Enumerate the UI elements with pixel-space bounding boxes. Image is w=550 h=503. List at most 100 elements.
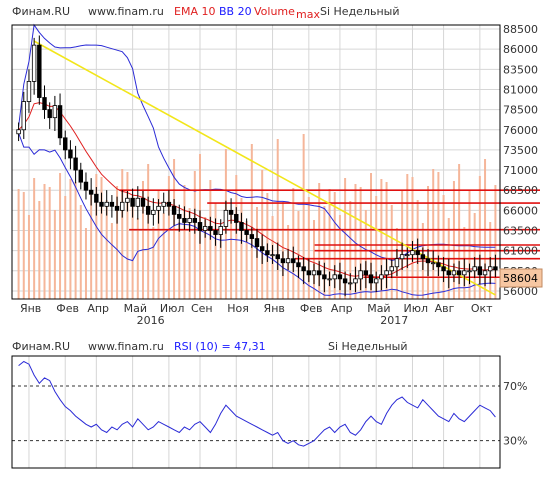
volume-bar bbox=[74, 182, 77, 299]
candle-body bbox=[373, 278, 379, 284]
candle-body bbox=[337, 274, 343, 280]
candle-body bbox=[384, 270, 389, 276]
volume-bar bbox=[22, 192, 25, 299]
candle-body bbox=[311, 270, 317, 276]
candle-body bbox=[446, 270, 451, 276]
candle-body bbox=[99, 201, 104, 207]
candle-body bbox=[42, 97, 47, 111]
candle-body bbox=[327, 278, 332, 281]
volume-bar bbox=[27, 215, 30, 299]
rsi-source-label: Финам.RU bbox=[12, 340, 70, 353]
ticker-label: Si Недельный bbox=[320, 5, 400, 18]
candle-body bbox=[223, 209, 229, 227]
candle-body bbox=[363, 270, 369, 276]
volume-bar bbox=[121, 169, 124, 299]
price-y-tick: 71000 bbox=[503, 164, 538, 177]
volume-bar bbox=[147, 164, 150, 299]
volume-bar bbox=[390, 205, 393, 299]
price-x-tick: Янв bbox=[264, 302, 285, 315]
price-y-tick: 66000 bbox=[503, 204, 538, 217]
candle-body bbox=[467, 270, 472, 273]
candle-body bbox=[88, 189, 94, 195]
price-x-tick: Апр bbox=[87, 302, 109, 315]
volume-bar bbox=[276, 139, 279, 299]
candle-body bbox=[462, 270, 467, 276]
price-x-tick: Авг bbox=[435, 302, 455, 315]
volume-bar bbox=[183, 185, 186, 299]
candle-body bbox=[151, 209, 156, 215]
rsi-panel-frame bbox=[11, 355, 501, 469]
url-label: www.finam.ru bbox=[88, 5, 164, 18]
candle-body bbox=[285, 258, 291, 264]
trendline-path bbox=[33, 40, 496, 296]
volume-bar bbox=[162, 213, 165, 299]
volume-bar bbox=[230, 212, 233, 299]
candle-body bbox=[275, 254, 280, 260]
rsi-ref-label: 70% bbox=[503, 380, 527, 393]
candle-body bbox=[239, 222, 244, 231]
candle-body bbox=[415, 250, 420, 256]
rsi-url-label: www.finam.ru bbox=[88, 340, 164, 353]
volume-bar bbox=[17, 189, 20, 299]
candle-body bbox=[208, 226, 213, 231]
max-legend: max bbox=[296, 8, 320, 21]
volume-bar bbox=[110, 223, 113, 299]
candle-body bbox=[73, 157, 78, 171]
volume-bar bbox=[411, 177, 414, 299]
candle-body bbox=[202, 226, 208, 231]
candle-body bbox=[420, 254, 426, 260]
candle-body bbox=[21, 101, 26, 131]
volume-bar bbox=[84, 228, 87, 299]
candle-body bbox=[218, 226, 223, 235]
candle-body bbox=[254, 238, 260, 248]
candle-body bbox=[472, 266, 477, 272]
candle-body bbox=[301, 266, 306, 272]
price-x-axis: Янв Фев Апр Май Июл Сен Ноя Янв Фев Апр Май Июл Авг О… bbox=[20, 302, 493, 327]
candle-body bbox=[104, 201, 109, 207]
trendline bbox=[33, 40, 496, 296]
candle-body bbox=[177, 213, 182, 219]
volume-bar bbox=[494, 185, 497, 299]
price-x-tick: Апр bbox=[331, 302, 353, 315]
candle-body bbox=[16, 129, 21, 135]
candle-body bbox=[31, 44, 37, 82]
candle-body bbox=[332, 274, 337, 280]
candle-body bbox=[125, 197, 130, 203]
volume-bar bbox=[473, 213, 476, 299]
price-x-tick: Янв bbox=[20, 302, 41, 315]
source-label: Финам.RU bbox=[12, 5, 70, 18]
candle-body bbox=[47, 109, 52, 119]
volume-bar bbox=[90, 191, 93, 299]
price-y-tick: 61000 bbox=[503, 245, 538, 258]
volume-bar bbox=[281, 202, 284, 299]
last-price-value: 58604 bbox=[503, 272, 538, 285]
candle-body bbox=[368, 274, 374, 284]
candle-body bbox=[405, 254, 410, 257]
candle-body bbox=[187, 218, 192, 223]
candle-body bbox=[68, 149, 73, 159]
candle-body bbox=[197, 222, 203, 231]
candle-body bbox=[63, 137, 68, 151]
candle-body bbox=[342, 278, 348, 284]
candle-body bbox=[228, 209, 234, 215]
candle-body bbox=[482, 270, 488, 276]
chart-root: Финам.RU www.finam.ru EMA 10 BB 20 Volum… bbox=[0, 0, 550, 499]
candle-body bbox=[192, 218, 198, 223]
price-y-tick: 78500 bbox=[503, 104, 538, 117]
candle-body bbox=[57, 105, 63, 139]
volume-bar bbox=[250, 144, 253, 299]
rsi-line bbox=[18, 360, 496, 447]
candle-body bbox=[171, 205, 177, 215]
price-x-year: 2016 bbox=[137, 314, 165, 327]
price-y-tick: 81000 bbox=[503, 83, 538, 96]
rsi-path bbox=[18, 360, 496, 447]
rsi-ref-label: 30% bbox=[503, 435, 527, 448]
price-y-tick: 68500 bbox=[503, 184, 538, 197]
candle-body bbox=[436, 262, 441, 268]
bb-legend: BB 20 bbox=[219, 5, 252, 18]
volume-bar bbox=[406, 174, 409, 299]
candle-body bbox=[399, 254, 405, 260]
price-x-tick: Сен bbox=[191, 302, 213, 315]
candle-body bbox=[394, 258, 400, 268]
candle-body bbox=[26, 81, 32, 102]
